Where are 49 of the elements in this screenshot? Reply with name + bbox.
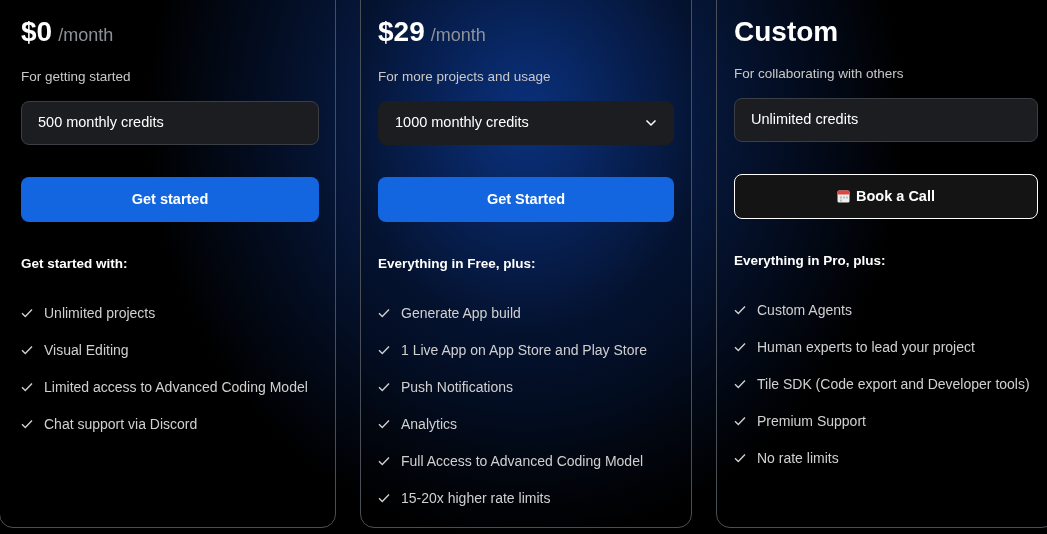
check-icon xyxy=(734,453,746,463)
feature-text: Analytics xyxy=(401,414,458,434)
check-icon xyxy=(734,305,746,315)
plan-subtitle: For more projects and usage xyxy=(378,68,552,86)
feature-text: Premium Support xyxy=(757,411,866,431)
check-icon xyxy=(734,416,746,426)
calendar-icon xyxy=(837,190,850,204)
credits-field: 500 monthly credits xyxy=(21,101,319,146)
credits-field: Unlimited credits xyxy=(734,98,1038,143)
check-icon xyxy=(21,345,33,355)
feature-text: Unlimited projects xyxy=(44,303,156,323)
feature-text: Human experts to lead your project xyxy=(757,337,975,357)
features-heading: Everything in Pro, plus: xyxy=(734,252,887,271)
credits-dropdown[interactable]: 1000 monthly credits xyxy=(378,101,674,146)
check-icon xyxy=(734,342,746,352)
check-icon xyxy=(21,419,33,429)
price: $29 xyxy=(378,18,425,46)
plan-subtitle: For getting started xyxy=(21,68,132,86)
feature-text: Chat support via Discord xyxy=(44,414,198,434)
features-heading: Get started with: xyxy=(21,255,129,274)
feature-text: Visual Editing xyxy=(44,340,129,360)
check-icon xyxy=(378,419,390,429)
feature-text: Limited access to Advanced Coding Model xyxy=(44,377,308,397)
plan-subtitle: For collaborating with others xyxy=(734,65,905,83)
chevron-down-icon xyxy=(645,119,657,128)
check-icon xyxy=(21,382,33,392)
check-icon xyxy=(378,456,390,466)
feature-text: Tile SDK (Code export and Developer tools) xyxy=(757,374,1030,394)
price-period: /month xyxy=(58,24,114,47)
check-icon xyxy=(21,308,33,318)
check-icon xyxy=(734,379,746,389)
feature-text: Custom Agents xyxy=(757,300,852,320)
feature-text: Generate App build xyxy=(401,303,521,323)
get-started-button[interactable]: Get started xyxy=(21,177,319,223)
check-icon xyxy=(378,493,390,503)
book-call-button[interactable]: Book a Call xyxy=(734,174,1038,220)
feature-text: Push Notifications xyxy=(401,377,514,397)
feature-text: 1 Live App on App Store and Play Store xyxy=(401,340,647,360)
price: $0 xyxy=(21,18,53,46)
check-icon xyxy=(378,308,390,318)
feature-text: No rate limits xyxy=(757,448,839,468)
plan-title: Custom xyxy=(734,18,839,46)
check-icon xyxy=(378,345,390,355)
check-icon xyxy=(378,382,390,392)
price-period: /month xyxy=(430,24,486,47)
features-heading: Everything in Free, plus: xyxy=(378,255,537,274)
feature-text: Full Access to Advanced Coding Model xyxy=(401,451,644,471)
get-started-button[interactable]: Get Started xyxy=(378,177,674,223)
feature-text: 15-20x higher rate limits xyxy=(401,488,551,508)
